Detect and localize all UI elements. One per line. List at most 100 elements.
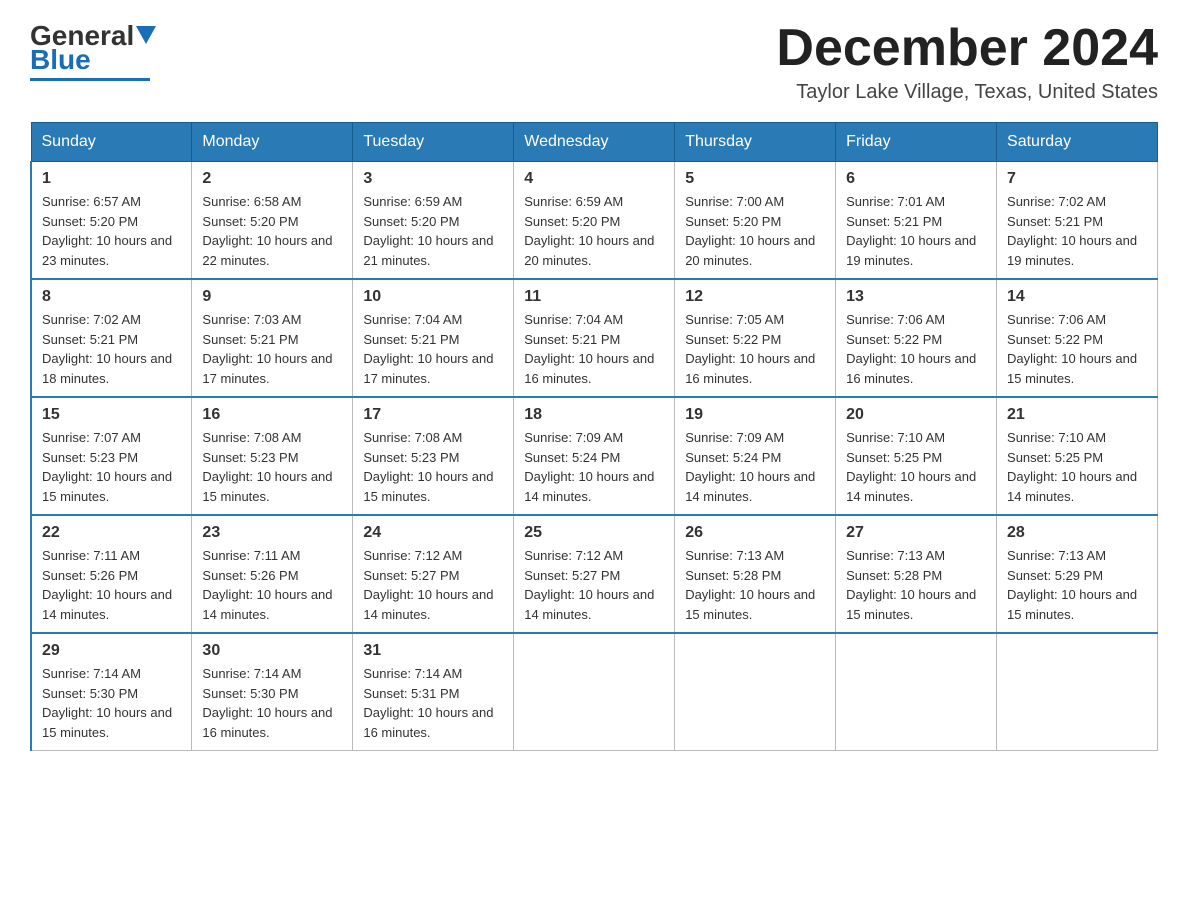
day-info: Sunrise: 7:13 AMSunset: 5:28 PMDaylight:… [685, 548, 815, 622]
col-friday: Friday [836, 123, 997, 162]
calendar-cell: 11 Sunrise: 7:04 AMSunset: 5:21 PMDaylig… [514, 279, 675, 397]
week-row-5: 29 Sunrise: 7:14 AMSunset: 5:30 PMDaylig… [31, 633, 1158, 751]
calendar-cell: 8 Sunrise: 7:02 AMSunset: 5:21 PMDayligh… [31, 279, 192, 397]
day-number: 31 [363, 642, 503, 660]
day-info: Sunrise: 7:07 AMSunset: 5:23 PMDaylight:… [42, 430, 172, 504]
day-info: Sunrise: 7:14 AMSunset: 5:31 PMDaylight:… [363, 666, 493, 740]
day-info: Sunrise: 7:03 AMSunset: 5:21 PMDaylight:… [202, 312, 332, 386]
month-title: December 2024 [776, 20, 1158, 77]
day-info: Sunrise: 7:00 AMSunset: 5:20 PMDaylight:… [685, 194, 815, 268]
day-info: Sunrise: 7:08 AMSunset: 5:23 PMDaylight:… [202, 430, 332, 504]
calendar-cell: 20 Sunrise: 7:10 AMSunset: 5:25 PMDaylig… [836, 397, 997, 515]
day-info: Sunrise: 6:59 AMSunset: 5:20 PMDaylight:… [524, 194, 654, 268]
day-number: 4 [524, 170, 664, 188]
week-row-1: 1 Sunrise: 6:57 AMSunset: 5:20 PMDayligh… [31, 162, 1158, 280]
day-info: Sunrise: 6:59 AMSunset: 5:20 PMDaylight:… [363, 194, 493, 268]
col-thursday: Thursday [675, 123, 836, 162]
day-number: 27 [846, 524, 986, 542]
day-number: 19 [685, 406, 825, 424]
day-number: 26 [685, 524, 825, 542]
calendar-header: Sunday Monday Tuesday Wednesday Thursday… [31, 123, 1158, 162]
calendar-cell: 21 Sunrise: 7:10 AMSunset: 5:25 PMDaylig… [997, 397, 1158, 515]
day-number: 9 [202, 288, 342, 306]
day-info: Sunrise: 7:06 AMSunset: 5:22 PMDaylight:… [1007, 312, 1137, 386]
day-info: Sunrise: 7:02 AMSunset: 5:21 PMDaylight:… [1007, 194, 1137, 268]
calendar-cell: 2 Sunrise: 6:58 AMSunset: 5:20 PMDayligh… [192, 162, 353, 280]
calendar-cell: 17 Sunrise: 7:08 AMSunset: 5:23 PMDaylig… [353, 397, 514, 515]
day-number: 13 [846, 288, 986, 306]
day-info: Sunrise: 7:09 AMSunset: 5:24 PMDaylight:… [524, 430, 654, 504]
day-number: 22 [42, 524, 181, 542]
title-area: December 2024 Taylor Lake Village, Texas… [776, 20, 1158, 104]
calendar-cell: 18 Sunrise: 7:09 AMSunset: 5:24 PMDaylig… [514, 397, 675, 515]
day-number: 2 [202, 170, 342, 188]
day-info: Sunrise: 7:11 AMSunset: 5:26 PMDaylight:… [42, 548, 172, 622]
calendar-cell: 29 Sunrise: 7:14 AMSunset: 5:30 PMDaylig… [31, 633, 192, 751]
week-row-2: 8 Sunrise: 7:02 AMSunset: 5:21 PMDayligh… [31, 279, 1158, 397]
calendar-cell: 24 Sunrise: 7:12 AMSunset: 5:27 PMDaylig… [353, 515, 514, 633]
col-saturday: Saturday [997, 123, 1158, 162]
calendar-cell: 3 Sunrise: 6:59 AMSunset: 5:20 PMDayligh… [353, 162, 514, 280]
calendar-cell: 31 Sunrise: 7:14 AMSunset: 5:31 PMDaylig… [353, 633, 514, 751]
day-info: Sunrise: 7:10 AMSunset: 5:25 PMDaylight:… [1007, 430, 1137, 504]
week-row-4: 22 Sunrise: 7:11 AMSunset: 5:26 PMDaylig… [31, 515, 1158, 633]
day-number: 18 [524, 406, 664, 424]
day-number: 24 [363, 524, 503, 542]
calendar-cell: 16 Sunrise: 7:08 AMSunset: 5:23 PMDaylig… [192, 397, 353, 515]
calendar-cell: 9 Sunrise: 7:03 AMSunset: 5:21 PMDayligh… [192, 279, 353, 397]
calendar-cell: 27 Sunrise: 7:13 AMSunset: 5:28 PMDaylig… [836, 515, 997, 633]
day-number: 20 [846, 406, 986, 424]
page-header: General Blue December 2024 Taylor Lake V… [30, 20, 1158, 104]
calendar-table: Sunday Monday Tuesday Wednesday Thursday… [30, 122, 1158, 751]
calendar-cell: 6 Sunrise: 7:01 AMSunset: 5:21 PMDayligh… [836, 162, 997, 280]
header-row: Sunday Monday Tuesday Wednesday Thursday… [31, 123, 1158, 162]
day-number: 11 [524, 288, 664, 306]
calendar-cell: 22 Sunrise: 7:11 AMSunset: 5:26 PMDaylig… [31, 515, 192, 633]
day-number: 10 [363, 288, 503, 306]
logo-triangle-icon [136, 26, 156, 44]
day-info: Sunrise: 7:06 AMSunset: 5:22 PMDaylight:… [846, 312, 976, 386]
calendar-cell: 13 Sunrise: 7:06 AMSunset: 5:22 PMDaylig… [836, 279, 997, 397]
day-info: Sunrise: 7:05 AMSunset: 5:22 PMDaylight:… [685, 312, 815, 386]
day-info: Sunrise: 6:57 AMSunset: 5:20 PMDaylight:… [42, 194, 172, 268]
calendar-cell: 1 Sunrise: 6:57 AMSunset: 5:20 PMDayligh… [31, 162, 192, 280]
calendar-cell: 5 Sunrise: 7:00 AMSunset: 5:20 PMDayligh… [675, 162, 836, 280]
week-row-3: 15 Sunrise: 7:07 AMSunset: 5:23 PMDaylig… [31, 397, 1158, 515]
day-number: 14 [1007, 288, 1147, 306]
day-number: 21 [1007, 406, 1147, 424]
day-number: 1 [42, 170, 181, 188]
day-number: 5 [685, 170, 825, 188]
calendar-cell [997, 633, 1158, 751]
calendar-cell: 7 Sunrise: 7:02 AMSunset: 5:21 PMDayligh… [997, 162, 1158, 280]
day-info: Sunrise: 7:10 AMSunset: 5:25 PMDaylight:… [846, 430, 976, 504]
day-number: 25 [524, 524, 664, 542]
day-number: 17 [363, 406, 503, 424]
logo-blue: Blue [30, 44, 91, 76]
calendar-cell [675, 633, 836, 751]
calendar-cell: 14 Sunrise: 7:06 AMSunset: 5:22 PMDaylig… [997, 279, 1158, 397]
day-info: Sunrise: 6:58 AMSunset: 5:20 PMDaylight:… [202, 194, 332, 268]
day-number: 7 [1007, 170, 1147, 188]
calendar-cell: 30 Sunrise: 7:14 AMSunset: 5:30 PMDaylig… [192, 633, 353, 751]
day-number: 29 [42, 642, 181, 660]
day-info: Sunrise: 7:08 AMSunset: 5:23 PMDaylight:… [363, 430, 493, 504]
day-info: Sunrise: 7:04 AMSunset: 5:21 PMDaylight:… [524, 312, 654, 386]
day-info: Sunrise: 7:12 AMSunset: 5:27 PMDaylight:… [363, 548, 493, 622]
day-number: 6 [846, 170, 986, 188]
col-tuesday: Tuesday [353, 123, 514, 162]
day-info: Sunrise: 7:09 AMSunset: 5:24 PMDaylight:… [685, 430, 815, 504]
day-number: 16 [202, 406, 342, 424]
calendar-cell: 15 Sunrise: 7:07 AMSunset: 5:23 PMDaylig… [31, 397, 192, 515]
location-title: Taylor Lake Village, Texas, United State… [776, 81, 1158, 104]
logo: General Blue [30, 20, 156, 81]
calendar-cell: 23 Sunrise: 7:11 AMSunset: 5:26 PMDaylig… [192, 515, 353, 633]
day-info: Sunrise: 7:01 AMSunset: 5:21 PMDaylight:… [846, 194, 976, 268]
col-wednesday: Wednesday [514, 123, 675, 162]
calendar-cell: 26 Sunrise: 7:13 AMSunset: 5:28 PMDaylig… [675, 515, 836, 633]
day-number: 23 [202, 524, 342, 542]
day-info: Sunrise: 7:13 AMSunset: 5:28 PMDaylight:… [846, 548, 976, 622]
calendar-cell: 28 Sunrise: 7:13 AMSunset: 5:29 PMDaylig… [997, 515, 1158, 633]
col-sunday: Sunday [31, 123, 192, 162]
day-number: 12 [685, 288, 825, 306]
day-number: 15 [42, 406, 181, 424]
